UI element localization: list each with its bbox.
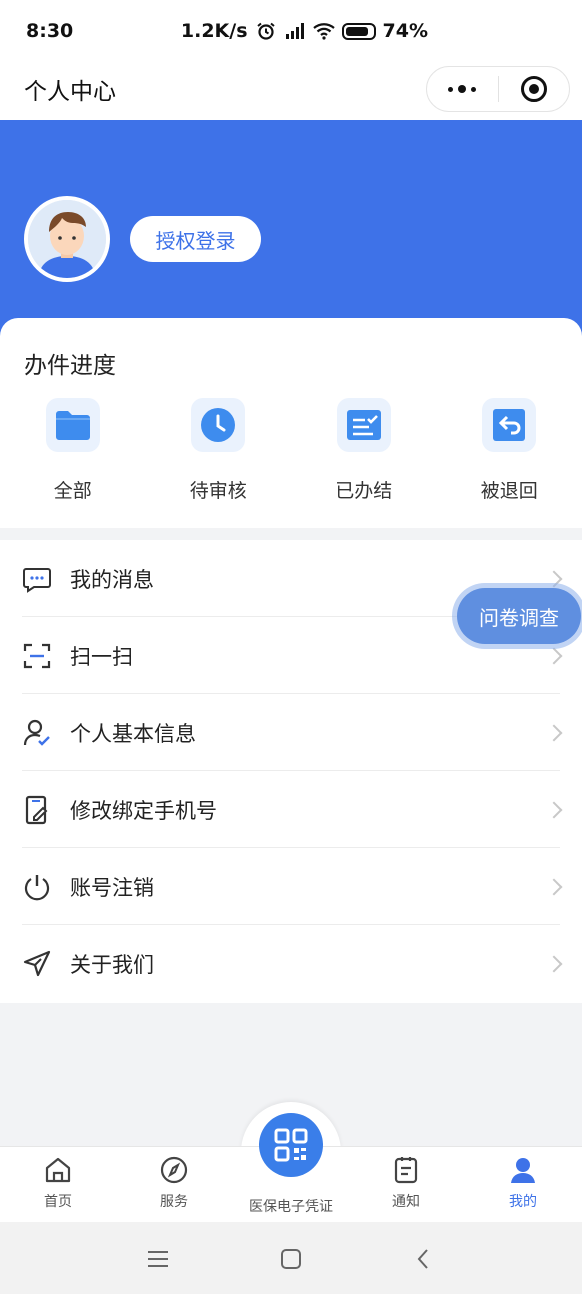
- page-title: 个人中心: [24, 79, 116, 105]
- menu-item-label: 修改绑定手机号: [70, 798, 217, 823]
- progress-item-pending[interactable]: 待审核: [146, 398, 292, 503]
- checklist-icon: [336, 398, 391, 452]
- recent-apps-button[interactable]: [143, 1244, 173, 1274]
- tab-label: 医保电子凭证: [249, 1199, 333, 1215]
- medical-insurance-code-button[interactable]: [259, 1113, 323, 1177]
- wifi-icon: [312, 23, 335, 40]
- battery-level: 74%: [382, 20, 428, 42]
- profile-header: 授权登录: [0, 120, 582, 350]
- status-bar: 8:30 1.2K/s 74%: [0, 0, 582, 62]
- system-nav-bar: [0, 1222, 582, 1294]
- profile-icon: [511, 1158, 535, 1183]
- avatar[interactable]: [24, 196, 110, 282]
- progress-item-all[interactable]: 全部: [0, 398, 146, 503]
- target-icon: [520, 76, 547, 102]
- phone-edit-icon: [25, 795, 48, 825]
- title-bar: 个人中心: [0, 62, 582, 120]
- more-dots-icon: [448, 85, 477, 93]
- chevron-right-icon: [545, 878, 563, 895]
- message-icon: [23, 568, 51, 593]
- menu-item-about-us[interactable]: 关于我们: [0, 925, 582, 1002]
- tab-service[interactable]: 服务: [116, 1147, 232, 1223]
- menu-item-label: 关于我们: [70, 952, 154, 977]
- more-button[interactable]: [427, 67, 498, 111]
- progress-items: 全部 待审核 已办结 被退回: [0, 398, 582, 503]
- status-indicators: 1.2K/s 74%: [181, 20, 428, 42]
- home-button[interactable]: [276, 1244, 306, 1274]
- signal-icon: [285, 23, 304, 39]
- net-speed: 1.2K/s: [180, 20, 248, 42]
- send-icon: [23, 950, 51, 977]
- chevron-right-icon: [545, 724, 563, 741]
- menu-item-cancel-account[interactable]: 账号注销: [0, 848, 582, 925]
- authorize-login-button[interactable]: 授权登录: [130, 216, 261, 262]
- folder-icon: [45, 398, 100, 452]
- tab-notice[interactable]: 通知: [348, 1147, 464, 1223]
- menu-item-label: 账号注销: [70, 875, 154, 900]
- compass-icon: [160, 1156, 188, 1184]
- tab-mine[interactable]: 我的: [465, 1147, 581, 1223]
- tab-label: 我的: [509, 1194, 537, 1210]
- notice-icon: [394, 1157, 418, 1184]
- chevron-right-icon: [545, 647, 563, 664]
- menu-item-label: 我的消息: [70, 567, 154, 592]
- home-icon: [45, 1157, 71, 1183]
- menu-item-personal-info[interactable]: 个人基本信息: [0, 694, 582, 771]
- progress-item-completed[interactable]: 已办结: [291, 398, 437, 503]
- tab-label: 首页: [44, 1194, 72, 1210]
- chevron-right-icon: [545, 570, 563, 587]
- progress-item-returned[interactable]: 被退回: [437, 398, 582, 503]
- clock-icon: [191, 398, 246, 452]
- progress-label: 待审核: [189, 480, 247, 502]
- menu-item-label: 个人基本信息: [70, 721, 196, 746]
- chevron-right-icon: [545, 801, 563, 818]
- progress-label: 被退回: [480, 480, 538, 502]
- progress-card: 办件进度 全部 待审核 已办结 被退回: [0, 318, 582, 528]
- tab-label: 服务: [160, 1194, 188, 1210]
- user-check-icon: [23, 719, 50, 746]
- back-arrow-icon: [417, 1249, 428, 1269]
- menu-item-change-phone[interactable]: 修改绑定手机号: [0, 771, 582, 848]
- menu-icon: [148, 1251, 168, 1267]
- tab-label: 通知: [392, 1194, 420, 1210]
- square-icon: [281, 1249, 301, 1269]
- scan-icon: [23, 643, 51, 669]
- miniprogram-capsule: [426, 66, 570, 112]
- qrcode-icon: [274, 1128, 308, 1162]
- menu-item-label: 扫一扫: [70, 644, 133, 669]
- return-icon: [482, 398, 537, 452]
- chevron-right-icon: [545, 955, 563, 972]
- battery-icon: [341, 22, 376, 40]
- progress-label: 已办结: [335, 480, 393, 502]
- alarm-icon: [256, 22, 275, 40]
- close-miniprogram-button[interactable]: [499, 67, 570, 111]
- progress-label: 全部: [53, 480, 92, 502]
- survey-button[interactable]: 问卷调查: [457, 588, 581, 644]
- power-icon: [24, 875, 50, 901]
- tab-home[interactable]: 首页: [0, 1147, 116, 1223]
- back-button[interactable]: [408, 1244, 438, 1274]
- status-time: 8:30: [26, 20, 74, 42]
- avatar-icon: [28, 200, 106, 278]
- progress-title: 办件进度: [24, 353, 116, 379]
